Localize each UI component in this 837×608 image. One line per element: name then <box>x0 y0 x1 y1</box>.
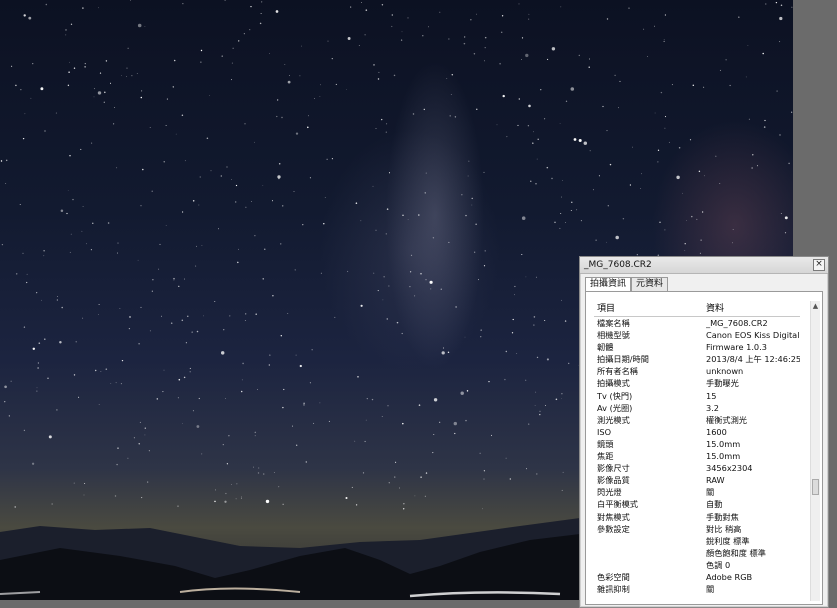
row-item-label: 參數設定 <box>597 523 630 534</box>
table-row[interactable]: 拍攝日期/時間 2013/8/4 上午 12:46:25 <box>594 353 800 365</box>
row-value: unknown <box>706 366 744 377</box>
column-header-value[interactable]: 資料 <box>706 302 800 316</box>
row-value: 手動對焦 <box>706 511 739 522</box>
row-value: 關 <box>706 584 715 595</box>
row-item-label: 影像尺寸 <box>597 463 630 474</box>
table-row[interactable]: 顏色飽和度 標準 <box>594 547 800 559</box>
row-item-label: 測光模式 <box>597 414 630 425</box>
table-row[interactable]: 檔案名稱 _MG_7608.CR2 <box>594 317 800 329</box>
row-value: 15.0mm <box>706 438 741 449</box>
table-row[interactable]: 色調 0 <box>594 559 800 571</box>
table-row[interactable]: 參數設定 對比 稍高 <box>594 523 800 535</box>
exif-rows: 檔案名稱 _MG_7608.CR2 相機型號 Canon EOS Kiss Digit… <box>594 317 800 595</box>
table-row[interactable]: 影像尺寸 3456x2304 <box>594 462 800 474</box>
exif-list[interactable]: 項目 資料 檔案名稱 _MG_7608.CR2 相機型號 Canon EOS Kiss… <box>594 302 800 602</box>
row-value: 權衡式測光 <box>706 414 747 425</box>
table-row[interactable]: 鏡頭 15.0mm <box>594 438 800 450</box>
row-item-label: 色彩空間 <box>597 571 630 582</box>
table-row[interactable]: 所有者名稱 unknown <box>594 365 800 377</box>
row-value: Canon EOS Kiss Digital N <box>706 330 800 341</box>
table-row[interactable]: Av (光圈) 3.2 <box>594 402 800 414</box>
table-row[interactable]: 白平衡模式 自動 <box>594 498 800 510</box>
row-value: 手動曝光 <box>706 378 739 389</box>
row-item-label: ISO <box>597 426 612 437</box>
row-item-label: 鏡頭 <box>597 438 614 449</box>
row-value: 3456x2304 <box>706 463 753 474</box>
row-item-label: 拍攝模式 <box>597 378 630 389</box>
table-row[interactable]: ISO 1600 <box>594 426 800 438</box>
row-value: 關 <box>706 487 715 498</box>
column-header-item[interactable]: 項目 <box>597 302 615 316</box>
table-row[interactable]: 焦距 15.0mm <box>594 450 800 462</box>
table-row[interactable]: 雜訊抑制 關 <box>594 583 800 595</box>
exif-info-window[interactable]: _MG_7608.CR2 × 拍攝資訊 元資料 項目 資料 檔案名稱 _MG_76… <box>579 256 829 608</box>
row-item-label: 相機型號 <box>597 330 630 341</box>
row-item-label: Tv (快門) <box>597 390 633 401</box>
row-value: Firmware 1.0.3 <box>706 342 767 353</box>
info-panel: 項目 資料 檔案名稱 _MG_7608.CR2 相機型號 Canon EOS Kiss… <box>585 291 823 605</box>
row-value: 顏色飽和度 標準 <box>706 547 766 558</box>
table-row[interactable]: 拍攝模式 手動曝光 <box>594 377 800 389</box>
tab-shooting-info[interactable]: 拍攝資訊 <box>585 277 632 292</box>
row-value: 3.2 <box>706 402 720 413</box>
row-value: 對比 稍高 <box>706 523 742 534</box>
row-value: 色調 0 <box>706 559 731 570</box>
row-value: 15 <box>706 390 717 401</box>
table-row[interactable]: 銳利度 標準 <box>594 535 800 547</box>
tab-metadata[interactable]: 元資料 <box>631 277 669 291</box>
row-item-label: 焦距 <box>597 451 614 462</box>
table-row[interactable]: Tv (快門) 15 <box>594 390 800 402</box>
table-row[interactable]: 色彩空間 Adobe RGB <box>594 571 800 583</box>
row-value: Adobe RGB <box>706 571 753 582</box>
row-value: _MG_7608.CR2 <box>706 318 768 328</box>
window-titlebar[interactable]: _MG_7608.CR2 × <box>580 257 828 274</box>
row-item-label: 對焦模式 <box>597 511 630 522</box>
table-row[interactable]: 影像品質 RAW <box>594 474 800 486</box>
row-item-label: 閃光燈 <box>597 487 622 498</box>
scroll-up-arrow-icon[interactable]: ▲ <box>811 301 820 311</box>
table-row[interactable]: 對焦模式 手動對焦 <box>594 511 800 523</box>
row-item-label: Av (光圈) <box>597 402 633 413</box>
list-header: 項目 資料 <box>594 302 800 317</box>
vertical-scrollbar[interactable]: ▲ <box>810 301 820 601</box>
table-row[interactable]: 相機型號 Canon EOS Kiss Digital N <box>594 329 800 341</box>
close-button[interactable]: × <box>813 259 825 271</box>
scroll-thumb[interactable] <box>812 479 819 495</box>
row-value: 自動 <box>706 499 723 510</box>
row-value: RAW <box>706 475 725 486</box>
window-title: _MG_7608.CR2 <box>584 260 652 270</box>
table-row[interactable]: 韌體 Firmware 1.0.3 <box>594 341 800 353</box>
row-item-label: 所有者名稱 <box>597 366 638 377</box>
row-value: 15.0mm <box>706 451 741 462</box>
table-row[interactable]: 測光模式 權衡式測光 <box>594 414 800 426</box>
row-item-label: 檔案名稱 <box>597 318 630 328</box>
row-value: 銳利度 標準 <box>706 535 750 546</box>
row-item-label: 雜訊抑制 <box>597 584 630 595</box>
row-item-label: 影像品質 <box>597 475 630 486</box>
row-item-label: 韌體 <box>597 342 614 353</box>
row-item-label: 拍攝日期/時間 <box>597 354 649 365</box>
table-row[interactable]: 閃光燈 關 <box>594 486 800 498</box>
row-item-label: 白平衡模式 <box>597 499 638 510</box>
row-value: 2013/8/4 上午 12:46:25 <box>706 354 800 365</box>
row-value: 1600 <box>706 426 727 437</box>
